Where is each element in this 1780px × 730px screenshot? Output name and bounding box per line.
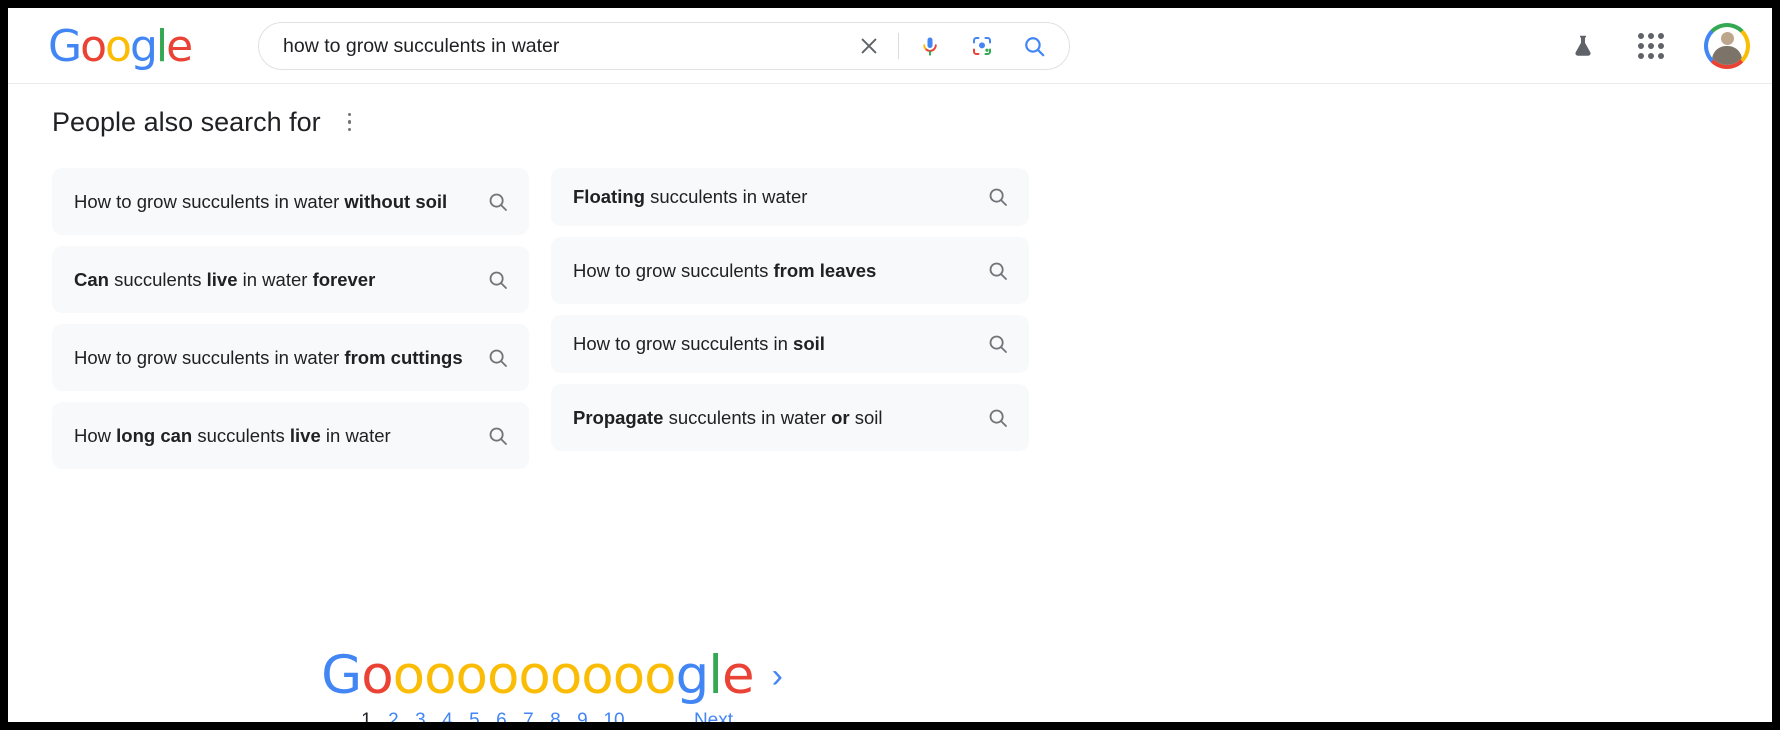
pagination-logo-letter: o [455,645,488,706]
avatar[interactable] [1704,23,1750,69]
menu-dot [347,127,352,132]
related-search-card[interactable]: How to grow succulents in soil [551,315,1029,373]
people-also-search-for-header: People also search for [52,106,361,138]
related-search-label: How to grow succulents in soil [573,333,825,354]
related-search-card[interactable]: How to grow succulents in water from cut… [52,324,529,391]
pagination-page-9[interactable]: 9 [569,708,596,722]
related-search-card[interactable]: Floating succulents in water [551,168,1029,226]
menu-dot [347,120,352,124]
apps-dot [1638,53,1644,59]
pagination-logo-letter: o [392,645,425,706]
pagination-logo-letter: o [361,645,393,706]
pagination-logo-letter: o [424,645,456,706]
apps-dot [1638,43,1644,49]
logo-letter: o [105,21,132,72]
related-search-card[interactable]: How to grow succulents in water without … [52,168,529,235]
pagination-logo-letter: o [581,645,613,706]
more-options-icon[interactable] [339,108,361,136]
browser-viewport: Google how to grow succulents in water P… [8,8,1772,722]
search-icon[interactable] [985,331,1011,357]
search-divider [898,33,899,59]
page-title: People also search for [52,107,321,137]
apps-dot [1648,53,1654,59]
pagination-page-6[interactable]: 6 [488,708,515,722]
apps-dot [1658,53,1664,59]
pagination-page-7[interactable]: 7 [515,708,542,722]
related-search-label: Floating succulents in water [573,186,808,207]
related-search-card[interactable]: How long can succulents live in water [52,402,529,469]
close-icon[interactable] [856,33,882,59]
apps-dot [1658,33,1664,39]
pagination-logo-letter: G [321,645,362,706]
avatar-photo [1708,27,1746,65]
pagination: Goooooooooogle › 1 2 3 4 5 6 7 8 9 10 Next [52,648,1052,723]
related-searches-columns: How to grow succulents in water without … [52,168,1052,469]
search-icon[interactable] [985,405,1011,431]
search-input[interactable] [259,34,856,58]
related-search-label: How to grow succulents in water from cut… [74,346,463,368]
related-searches-column-left: How to grow succulents in water without … [52,168,529,469]
pagination-page-4[interactable]: 4 [434,708,461,722]
header-actions [1568,8,1750,84]
next-page-arrow-icon[interactable]: › [772,659,783,693]
pagination-logo-letter: e [721,645,755,706]
search-header: Google [8,8,1772,84]
related-search-label: Propagate succulents in water or soil [573,406,883,428]
related-search-label: How to grow succulents from leaves [573,259,877,281]
google-lens-icon[interactable] [969,33,995,59]
pagination-logo-letter: o [612,645,645,706]
search-box[interactable] [258,22,1070,70]
pagination-logo-letter: g [675,645,710,706]
logo-letter: e [166,21,193,72]
logo-letter: G [48,21,82,72]
related-search-card[interactable]: Propagate succulents in water or soil [551,384,1029,451]
search-icon[interactable] [985,184,1011,210]
microphone-icon[interactable] [917,33,943,59]
search-icon[interactable] [485,267,511,293]
pagination-page-8[interactable]: 8 [542,708,569,722]
pagination-page-10[interactable]: 10 [596,708,632,722]
pagination-page-2[interactable]: 2 [380,708,407,722]
pagination-logo-letter: l [708,645,723,706]
search-icon[interactable] [485,189,511,215]
labs-flask-icon[interactable] [1568,31,1598,61]
pagination-page-1: 1 [361,710,372,722]
related-searches-grid: How to grow succulents in water without … [52,168,1052,722]
pagination-logo-letter: o [486,645,519,706]
apps-dot [1638,33,1644,39]
menu-dot [347,112,352,117]
related-search-label: Can succulents live in water forever [74,268,376,290]
related-search-label: How long can succulents live in water [74,424,391,446]
google-logo[interactable]: Google [48,21,193,72]
search-icon[interactable] [485,345,511,371]
related-search-card[interactable]: Can succulents live in water forever [52,246,529,313]
related-searches-column-right: Floating succulents in water How to grow … [551,168,1029,451]
related-search-label: How to grow succulents in water without … [74,190,448,212]
pagination-google-logo: Goooooooooogle [321,645,755,706]
search-icon[interactable] [985,258,1011,284]
next-page-link[interactable]: Next [694,708,733,722]
apps-dot [1648,33,1654,39]
pagination-logo-row: Goooooooooogle › [321,648,783,704]
logo-letter: l [155,21,168,72]
pagination-logo-letter: o [644,645,676,706]
apps-dot [1648,43,1654,49]
pagination-logo-letter: o [549,645,582,706]
search-icon[interactable] [1021,33,1047,59]
google-apps-grid-icon[interactable] [1638,33,1664,59]
search-icon[interactable] [485,423,511,449]
pagination-page-5[interactable]: 5 [461,708,488,722]
apps-dot [1658,43,1664,49]
pagination-logo-letter: o [518,645,550,706]
related-search-card[interactable]: How to grow succulents from leaves [551,237,1029,304]
pagination-numbers: 1 2 3 4 5 6 7 8 9 10 Next [353,708,733,722]
logo-letter: o [80,21,107,72]
logo-letter: g [129,21,158,72]
pagination-page-3[interactable]: 3 [407,708,434,722]
